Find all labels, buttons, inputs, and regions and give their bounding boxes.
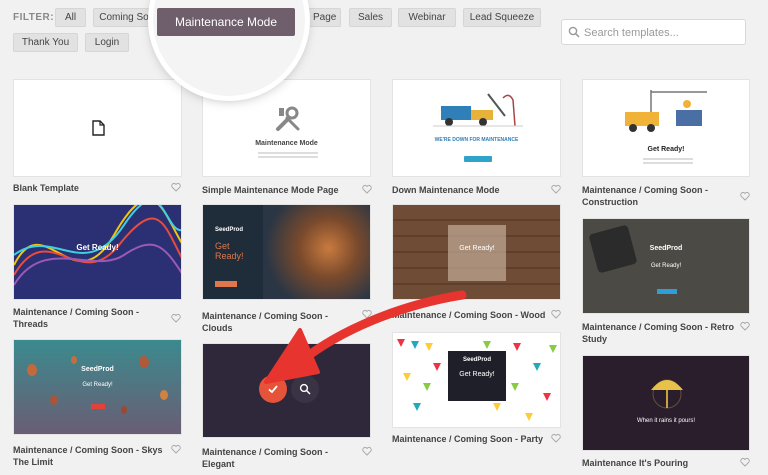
template-card-down-maintenance[interactable]: WE'RE DOWN FOR MAINTENANCE (392, 79, 561, 177)
template-card-elegant[interactable] (202, 343, 371, 438)
favorite-heart-icon[interactable] (551, 184, 561, 194)
card-preview-text: WE'RE DOWN FOR MAINTENANCE (434, 137, 519, 143)
favorite-heart-icon[interactable] (171, 313, 181, 323)
filter-login-button[interactable]: Login (85, 33, 129, 52)
template-card-wood[interactable]: Get Ready! (392, 204, 561, 300)
favorite-heart-icon[interactable] (551, 309, 561, 319)
template-card-clouds[interactable]: SeedProd Get Ready! (202, 204, 371, 300)
card-preview-text: Get Ready! (82, 382, 113, 388)
card-preview-text: Get Ready! (459, 245, 495, 252)
favorite-heart-icon[interactable] (362, 184, 372, 194)
template-card-blank[interactable] (13, 79, 182, 177)
template-card-retro-study[interactable]: SeedProd Get Ready! (582, 218, 750, 314)
template-title: Blank Template (13, 183, 79, 193)
check-icon (268, 385, 278, 394)
template-card-skys-the-limit[interactable]: SeedProd Get Ready! (13, 339, 182, 435)
document-icon (92, 120, 105, 136)
card-preview-text: Get Ready! (215, 241, 244, 261)
template-title: Maintenance / Coming Soon - Clouds (202, 311, 329, 333)
search-icon (568, 26, 580, 38)
favorite-heart-icon[interactable] (551, 433, 561, 443)
template-title: Maintenance / Coming Soon - Wood (392, 310, 546, 320)
filter-thank-you-button[interactable]: Thank You (13, 33, 78, 52)
filter-all-button[interactable]: All (55, 8, 86, 27)
template-title: Maintenance / Coming Soon - Party (392, 434, 544, 444)
filter-coming-soon-button[interactable]: Coming So (93, 8, 155, 27)
card-brand: SeedProd (462, 357, 491, 363)
umbrella-illustration (651, 379, 683, 409)
template-title: Simple Maintenance Mode Page (202, 185, 339, 195)
filter-4-page-button[interactable]: 4 Page (300, 8, 341, 27)
preview-button (657, 289, 677, 294)
template-title: Down Maintenance Mode (392, 185, 500, 195)
card-preview-text: Get Ready! (650, 263, 682, 269)
favorite-heart-icon[interactable] (362, 309, 372, 319)
filter-maintenance-mode-button[interactable]: Maintenance Mode (157, 8, 295, 36)
template-title: Maintenance It's Pouring (582, 458, 689, 468)
filter-lead-squeeze-button[interactable]: Lead Squeeze (463, 8, 541, 27)
card-brand: SeedProd (215, 227, 244, 233)
favorite-heart-icon[interactable] (740, 457, 750, 467)
template-card-threads[interactable]: Get Ready! (13, 204, 182, 300)
tow-truck-illustration (433, 93, 523, 127)
template-card-construction[interactable]: Get Ready! (582, 79, 750, 177)
preview-button (215, 281, 237, 287)
filter-webinar-button[interactable]: Webinar (398, 8, 456, 27)
construction-illustration (625, 90, 707, 132)
favorite-heart-icon[interactable] (171, 182, 181, 192)
card-brand: SeedProd (81, 366, 114, 373)
filter-sales-button[interactable]: Sales (349, 8, 392, 27)
preview-button (464, 156, 492, 162)
select-template-button[interactable] (259, 375, 287, 403)
preview-lines (258, 152, 318, 154)
template-title: Maintenance / Coming Soon - Skys The Lim… (13, 445, 163, 467)
card-preview-text: When it rains it pours! (636, 418, 696, 424)
zoom-icon (299, 383, 311, 395)
template-card-pouring[interactable]: When it rains it pours! (582, 355, 750, 451)
template-title: Maintenance / Coming Soon - Threads (13, 307, 140, 329)
threads-illustration (14, 205, 181, 286)
clouds-background (263, 205, 370, 299)
card-preview-text: Get Ready! (647, 146, 685, 153)
preview-panel (448, 225, 506, 281)
card-brand: SeedProd (649, 245, 683, 252)
preview-template-button[interactable] (291, 375, 319, 403)
card-preview-text: Maintenance Mode (255, 140, 318, 147)
card-preview-text: Get Ready! (76, 243, 119, 252)
search-placeholder: Search templates... (584, 27, 679, 39)
favorite-heart-icon[interactable] (740, 191, 750, 201)
template-title: Maintenance / Coming Soon - Retro Study (582, 322, 735, 344)
favorite-heart-icon[interactable] (171, 444, 181, 454)
search-input[interactable]: Search templates... (561, 19, 746, 45)
favorite-heart-icon[interactable] (362, 446, 372, 456)
tools-icon (276, 106, 300, 131)
filter-label: FILTER: (13, 12, 55, 23)
template-title: Maintenance / Coming Soon - Construction (582, 185, 709, 207)
template-title: Maintenance / Coming Soon - Elegant (202, 447, 329, 469)
preview-button (91, 404, 105, 409)
card-preview-text: Get Ready! (459, 371, 495, 378)
preview-lines (643, 158, 693, 160)
favorite-heart-icon[interactable] (740, 321, 750, 331)
template-card-party[interactable]: SeedProd Get Ready! (392, 332, 561, 428)
